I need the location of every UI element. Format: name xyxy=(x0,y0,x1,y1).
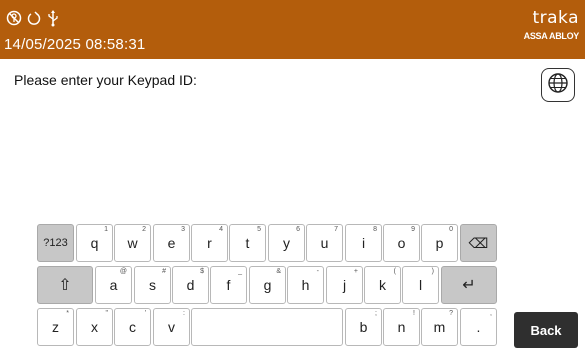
key-q[interactable]: 1q xyxy=(76,224,113,262)
key-c[interactable]: ' c xyxy=(114,308,151,346)
key-f[interactable]: _ f xyxy=(210,266,247,304)
back-button[interactable]: Back xyxy=(514,312,578,348)
key-h[interactable]: -h xyxy=(287,266,324,304)
key-period[interactable]: ,. xyxy=(460,308,497,346)
key-n[interactable]: ! n xyxy=(383,308,420,346)
key-y[interactable]: 6y xyxy=(268,224,305,262)
traka-logo: traka ASSA ABLOY xyxy=(509,8,580,44)
key-o[interactable]: 9o xyxy=(383,224,420,262)
key-z[interactable]: * z xyxy=(37,308,74,346)
key-m[interactable]: ? m xyxy=(421,308,458,346)
key-l[interactable]: ) l xyxy=(402,266,439,304)
no-key-icon xyxy=(6,10,22,26)
backspace-icon: ⌫ xyxy=(468,234,489,251)
datetime-display: 14/05/2025 08:58:31 xyxy=(4,36,146,53)
logo-wordmark: traka xyxy=(532,8,579,28)
key-g[interactable]: & g xyxy=(249,266,286,304)
key-u[interactable]: 7u xyxy=(306,224,343,262)
key-w[interactable]: 2w xyxy=(114,224,151,262)
enter-key[interactable]: ↵ xyxy=(441,266,497,304)
globe-icon xyxy=(547,72,569,99)
key-t[interactable]: 5t xyxy=(229,224,266,262)
key-j[interactable]: + j xyxy=(326,266,363,304)
enter-icon: ↵ xyxy=(462,277,476,294)
key-b[interactable]: ; b xyxy=(345,308,382,346)
symbols-key[interactable]: ?123 xyxy=(37,224,74,262)
key-x[interactable]: " x xyxy=(76,308,113,346)
key-e[interactable]: 3e xyxy=(153,224,190,262)
power-icon xyxy=(26,10,42,26)
key-p[interactable]: 0p xyxy=(421,224,458,262)
key-i[interactable]: 8i xyxy=(345,224,382,262)
space-key[interactable] xyxy=(191,308,343,346)
key-a[interactable]: @ a xyxy=(95,266,132,304)
key-s[interactable]: # s xyxy=(134,266,171,304)
key-r[interactable]: 4r xyxy=(191,224,228,262)
logo-subtitle: ASSA ABLOY xyxy=(523,31,580,41)
key-v[interactable]: :v xyxy=(153,308,190,346)
language-button[interactable] xyxy=(541,68,575,102)
status-icons xyxy=(6,8,60,28)
shift-key[interactable]: ⇧ xyxy=(37,266,93,304)
keypad-id-prompt: Please enter your Keypad ID: xyxy=(14,72,197,88)
usb-icon xyxy=(46,9,60,27)
key-k[interactable]: (k xyxy=(364,266,401,304)
header-bar: 14/05/2025 08:58:31 traka ASSA ABLOY xyxy=(0,0,585,59)
onscreen-keyboard: ?123 1q 2w 3e 4r 5t 6y 7u 8i 9o 0p ⌫ ⇧ @… xyxy=(37,224,537,348)
key-d[interactable]: $ d xyxy=(172,266,209,304)
backspace-key[interactable]: ⌫ xyxy=(460,224,497,262)
shift-icon: ⇧ xyxy=(58,277,72,294)
